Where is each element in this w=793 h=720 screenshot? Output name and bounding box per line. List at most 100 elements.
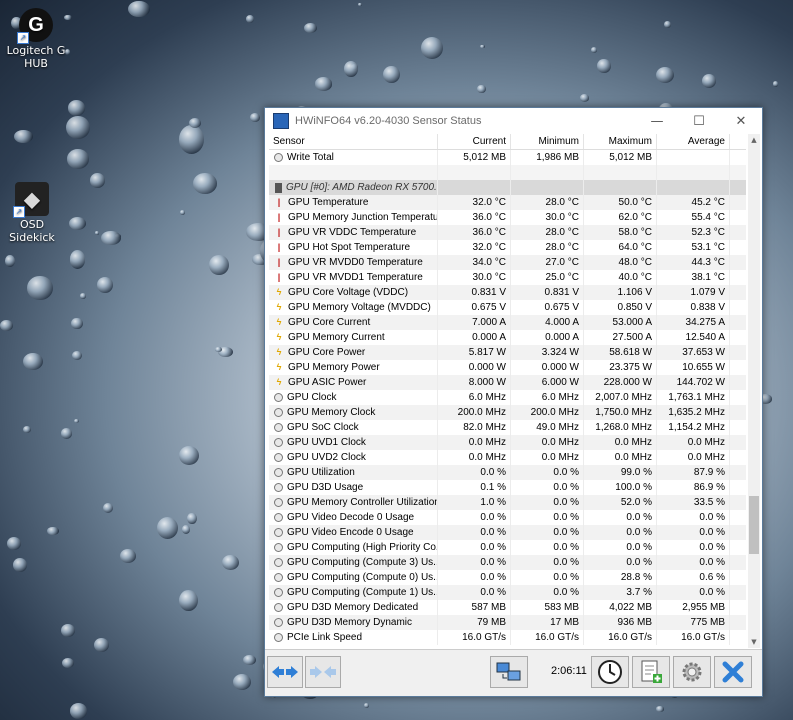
sensor-label: GPU Video Encode 0 Usage	[287, 527, 414, 538]
desktop-icon-osd-sidekick[interactable]: ◆ ↗ OSD Sidekick	[0, 182, 64, 244]
value-cell-maximum: 50.0 °C	[584, 195, 657, 210]
table-row[interactable]: ϟ GPU Memory Voltage (MVDDC) 0.675 V 0.675 …	[269, 300, 746, 315]
close-sensors-button[interactable]	[714, 656, 752, 688]
water-drop	[187, 512, 197, 524]
value-cell-current: 0.1 %	[438, 480, 511, 495]
value-cell-maximum: 4,022 MB	[584, 600, 657, 615]
sensor-name-cell: ϟ GPU Memory Current	[269, 330, 438, 345]
table-row[interactable]: GPU UVD2 Clock 0.0 MHz 0.0 MHz 0.0 MHz 0.0 M…	[269, 450, 746, 465]
value-cell-average: 33.5 %	[657, 495, 730, 510]
logitech-g-icon: G ↗	[17, 8, 53, 44]
value-cell-current: 0.0 %	[438, 555, 511, 570]
table-row[interactable]: | GPU VR MVDD1 Temperature 30.0 °C 25.0 °C 4…	[269, 270, 746, 285]
table-row[interactable]: GPU Computing (Compute 1) Us... 0.0 % 0.0 …	[269, 585, 746, 600]
table-row[interactable]: GPU Memory Clock 200.0 MHz 200.0 MHz 1,750.…	[269, 405, 746, 420]
table-row[interactable]: ϟ GPU ASIC Power 8.000 W 6.000 W 228.000 W 14…	[269, 375, 746, 390]
value-cell-current: 30.0 °C	[438, 270, 511, 285]
desktop-icon-logitech[interactable]: G ↗ Logitech G HUB	[4, 8, 68, 70]
table-row[interactable]: | GPU Temperature 32.0 °C 28.0 °C 50.0 °C 45.…	[269, 195, 746, 210]
value-cell-maximum: 53.000 A	[584, 315, 657, 330]
gauge-icon	[274, 438, 283, 447]
scroll-thumb[interactable]	[749, 496, 759, 554]
network-computers-icon	[496, 662, 521, 681]
navigate-arrows-button[interactable]	[267, 656, 303, 688]
value-cell-average: 0.838 V	[657, 300, 730, 315]
maximize-button[interactable]: ☐	[678, 108, 720, 134]
sensor-label: GPU VR VDDC Temperature	[288, 227, 417, 238]
double-arrow-icon	[272, 666, 298, 678]
table-row[interactable]: ϟ GPU Memory Current 0.000 A 0.000 A 27.500 …	[269, 330, 746, 345]
scroll-up-arrow-icon[interactable]: ▲	[748, 134, 760, 146]
table-row[interactable]: GPU D3D Memory Dynamic 79 MB 17 MB 936 MB 77…	[269, 615, 746, 630]
water-drop	[383, 66, 401, 84]
value-cell-average: 1,635.2 MHz	[657, 405, 730, 420]
value-cell-current: 0.0 %	[438, 465, 511, 480]
gauge-icon	[274, 603, 283, 612]
table-row[interactable]: GPU SoC Clock 82.0 MHz 49.0 MHz 1,268.0 MHz…	[269, 420, 746, 435]
column-header-minimum[interactable]: Minimum	[511, 134, 584, 149]
sensor-name-cell: ϟ GPU Core Power	[269, 345, 438, 360]
table-row[interactable]: GPU Video Encode 0 Usage 0.0 % 0.0 % 0.0 % 0…	[269, 525, 746, 540]
window-titlebar[interactable]: HWiNFO64 v6.20-4030 Sensor Status — ☐ ✕	[265, 108, 762, 134]
sensor-name-cell: GPU Video Decode 0 Usage	[269, 510, 438, 525]
value-cell-current: 0.000 A	[438, 330, 511, 345]
network-button[interactable]	[490, 656, 528, 688]
table-row[interactable]: | GPU Hot Spot Temperature 32.0 °C 28.0 °C 6…	[269, 240, 746, 255]
table-row[interactable]: Write Total 5,012 MB 1,986 MB 5,012 MB	[269, 150, 746, 165]
column-header-sensor[interactable]: Sensor	[269, 134, 438, 149]
value-cell-current: 0.0 %	[438, 570, 511, 585]
value-cell-average: 0.0 %	[657, 525, 730, 540]
table-row[interactable]	[269, 165, 746, 180]
sensor-name-cell	[269, 165, 438, 180]
table-row[interactable]: GPU Memory Controller Utilization 1.0 % 0.…	[269, 495, 746, 510]
table-row[interactable]: ϟ GPU Core Power 5.817 W 3.324 W 58.618 W 37.…	[269, 345, 746, 360]
logging-button[interactable]	[632, 656, 670, 688]
table-row[interactable]: ϟ GPU Core Current 7.000 A 4.000 A 53.000 A3…	[269, 315, 746, 330]
gauge-icon	[274, 573, 283, 582]
water-drop	[773, 81, 779, 87]
table-row[interactable]: | GPU VR MVDD0 Temperature 34.0 °C 27.0 °C 4…	[269, 255, 746, 270]
vertical-scrollbar[interactable]: ▲ ▼	[748, 134, 760, 648]
table-row[interactable]: ϟ GPU Memory Power 0.000 W 0.000 W 23.375 W1…	[269, 360, 746, 375]
value-cell-maximum: 58.0 °C	[584, 225, 657, 240]
column-header-average[interactable]: Average	[657, 134, 730, 149]
table-row[interactable]: GPU D3D Memory Dedicated 587 MB 583 MB 4,02…	[269, 600, 746, 615]
table-row[interactable]: GPU Utilization 0.0 % 0.0 % 99.0 % 87.9 %	[269, 465, 746, 480]
sensor-name-cell: GPU Computing (High Priority Co...	[269, 540, 438, 555]
table-row[interactable]: PCIe Link Speed 16.0 GT/s 16.0 GT/s 16.0 GT…	[269, 630, 746, 645]
table-row[interactable]: GPU Computing (High Priority Co... 0.0 % 0…	[269, 540, 746, 555]
value-cell-current: 0.675 V	[438, 300, 511, 315]
table-row[interactable]: GPU UVD1 Clock 0.0 MHz 0.0 MHz 0.0 MHz 0.0 M…	[269, 435, 746, 450]
table-row[interactable]: ϟ GPU Core Voltage (VDDC) 0.831 V 0.831 V 1.…	[269, 285, 746, 300]
sensor-group-row[interactable]: GPU [#0]: AMD Radeon RX 5700...	[269, 180, 746, 195]
column-header-current[interactable]: Current	[438, 134, 511, 149]
sensor-label: GPU Memory Clock	[287, 407, 376, 418]
table-row[interactable]: GPU D3D Usage 0.1 % 0.0 % 100.0 % 86.9 %	[269, 480, 746, 495]
sensor-label: GPU Computing (Compute 0) Us...	[287, 572, 438, 583]
reset-clock-button[interactable]	[591, 656, 629, 688]
water-drop	[579, 93, 590, 102]
navigate-arrows-disabled-button[interactable]	[305, 656, 341, 688]
water-drop	[6, 536, 22, 551]
table-row[interactable]: | GPU Memory Junction Temperature 36.0 °C 3…	[269, 210, 746, 225]
sensor-name-cell: GPU D3D Memory Dedicated	[269, 600, 438, 615]
value-cell-maximum: 0.850 V	[584, 300, 657, 315]
sensor-label: GPU ASIC Power	[288, 377, 367, 388]
settings-button[interactable]	[673, 656, 711, 688]
value-cell-average: 2,955 MB	[657, 600, 730, 615]
table-row[interactable]: | GPU VR VDDC Temperature 36.0 °C 28.0 °C 58…	[269, 225, 746, 240]
minimize-button[interactable]: —	[636, 108, 678, 134]
sensor-label: PCIe Link Speed	[287, 632, 363, 643]
sensor-status-window: HWiNFO64 v6.20-4030 Sensor Status — ☐ ✕ …	[264, 107, 763, 697]
column-header-maximum[interactable]: Maximum	[584, 134, 657, 149]
scroll-down-arrow-icon[interactable]: ▼	[748, 636, 760, 648]
value-cell-maximum: 52.0 %	[584, 495, 657, 510]
table-row[interactable]: GPU Clock 6.0 MHz 6.0 MHz 2,007.0 MHz 1,763.…	[269, 390, 746, 405]
close-window-button[interactable]: ✕	[720, 108, 762, 134]
table-row[interactable]: GPU Video Decode 0 Usage 0.0 % 0.0 % 0.0 % 0…	[269, 510, 746, 525]
table-row[interactable]: GPU Computing (Compute 0) Us... 0.0 % 0.0 …	[269, 570, 746, 585]
thermometer-icon: |	[277, 227, 281, 237]
table-row[interactable]: GPU Computing (Compute 3) Us... 0.0 % 0.0 …	[269, 555, 746, 570]
value-cell-current: 32.0 °C	[438, 240, 511, 255]
value-cell-current: 7.000 A	[438, 315, 511, 330]
